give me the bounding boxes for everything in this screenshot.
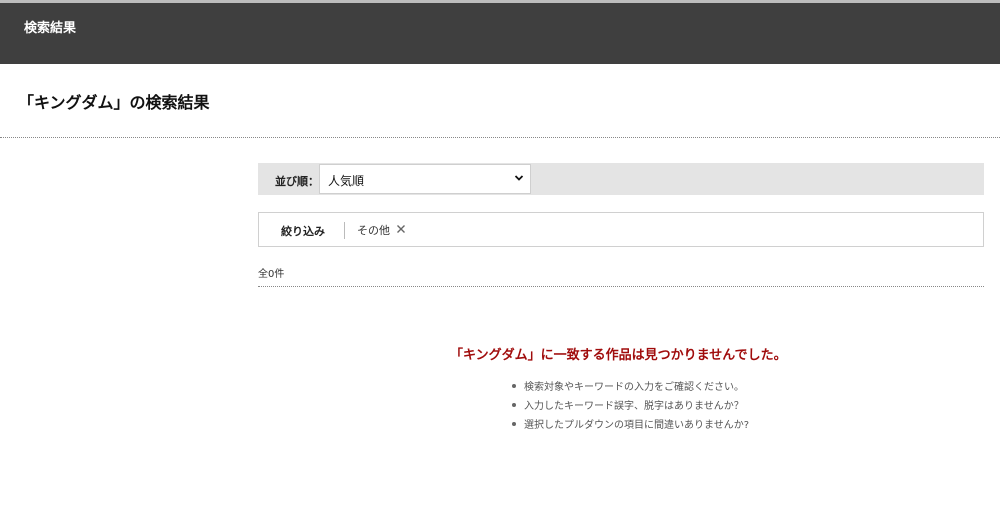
filter-box: 絞り込み その他: [258, 212, 984, 247]
no-result-message: 「キングダム」に一致する作品は見つかりませんでした。: [450, 348, 787, 363]
sort-select-value: 人気順: [328, 174, 365, 188]
list-item: 検索対象やキーワードの入力をご確認ください。: [512, 380, 749, 399]
header-title: 検索結果: [24, 21, 77, 36]
list-item: 選択したプルダウンの項目に間違いありませんか?: [512, 418, 749, 437]
filter-separator: [344, 222, 345, 239]
top-bar: 検索結果: [0, 0, 1000, 64]
hint-text: 入力したキーワード誤字、脱字はありませんか？: [524, 401, 744, 412]
sort-select[interactable]: 人気順: [319, 164, 531, 194]
bullet-icon: [512, 403, 516, 407]
chevron-down-icon: [514, 175, 524, 181]
filter-chip-other: その他: [357, 224, 390, 237]
sort-bar: 並び順： 人気順: [258, 163, 984, 195]
filter-label: 絞り込み: [281, 225, 325, 238]
list-item: 入力したキーワード誤字、脱字はありませんか？: [512, 399, 749, 418]
bullet-icon: [512, 422, 516, 426]
hint-list: 検索対象やキーワードの入力をご確認ください。 入力したキーワード誤字、脱字はあり…: [512, 380, 749, 437]
heading-divider: [0, 137, 1000, 138]
close-icon[interactable]: [395, 223, 407, 235]
hint-text: 検索対象やキーワードの入力をご確認ください。: [524, 382, 744, 393]
page-title: 「キングダム」の検索結果: [18, 93, 210, 112]
count-divider: [258, 286, 984, 287]
bullet-icon: [512, 384, 516, 388]
hint-text: 選択したプルダウンの項目に間違いありませんか?: [524, 420, 750, 431]
result-count: 全0件: [258, 269, 285, 280]
sort-label: 並び順：: [275, 175, 319, 188]
